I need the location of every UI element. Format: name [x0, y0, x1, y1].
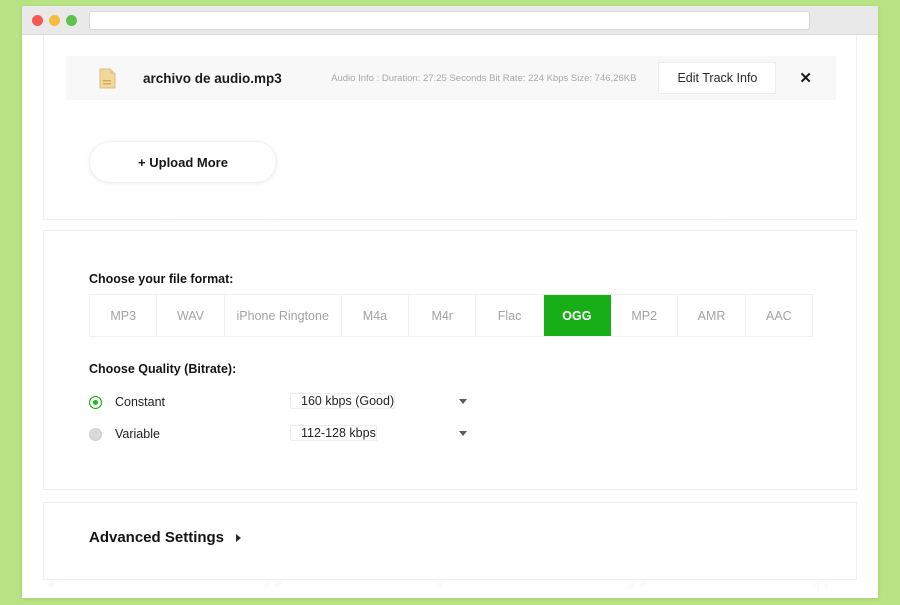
edit-track-info-button[interactable]: Edit Track Info: [658, 62, 777, 94]
audio-info-text: Audio Info : Duration: 27.25 Seconds Bit…: [331, 72, 637, 84]
maximize-window-icon[interactable]: [66, 14, 77, 26]
variable-bitrate-select[interactable]: 112-128 kbps: [290, 425, 377, 441]
close-window-icon[interactable]: [32, 14, 43, 26]
address-bar-input[interactable]: [89, 10, 810, 30]
advanced-settings-card: Advanced Settings: [43, 502, 857, 580]
format-tab-iphone-ringtone[interactable]: iPhone Ringtone: [224, 295, 342, 336]
format-tab-flac[interactable]: Flac: [476, 295, 544, 336]
format-tab-m4r[interactable]: M4r: [409, 295, 477, 336]
format-tab-amr[interactable]: AMR: [678, 295, 746, 336]
minimize-window-icon[interactable]: [49, 14, 60, 26]
window-controls[interactable]: [32, 14, 77, 26]
variable-bitrate-select-wrap[interactable]: 112-128 kbps: [290, 421, 475, 447]
format-section-label: Choose your file format:: [89, 272, 234, 286]
content-column: archivo de audio.mp3 Audio Info : Durati…: [43, 35, 857, 598]
uploaded-files-card: archivo de audio.mp3 Audio Info : Durati…: [43, 35, 857, 220]
radio-constant[interactable]: [89, 395, 102, 409]
conversion-settings-card: Choose your file format: MP3 WAV iPhone …: [43, 230, 857, 490]
advanced-settings-label: Advanced Settings: [89, 529, 225, 546]
format-tab-mp2[interactable]: MP2: [611, 295, 679, 336]
radio-constant-label: Constant: [115, 395, 166, 409]
quality-row-constant: Constant 160 kbps (Good): [89, 389, 475, 415]
format-tab-mp3[interactable]: MP3: [90, 295, 158, 336]
file-name: archivo de audio.mp3: [143, 70, 282, 86]
quality-section-label: Choose Quality (Bitrate):: [89, 362, 237, 376]
constant-bitrate-select[interactable]: 160 kbps (Good): [290, 393, 396, 409]
format-tabs[interactable]: MP3 WAV iPhone Ringtone M4a M4r Flac OGG…: [89, 294, 813, 337]
browser-titlebar: [22, 6, 878, 35]
format-tab-m4a[interactable]: M4a: [341, 295, 410, 336]
format-tab-aac[interactable]: AAC: [745, 295, 813, 336]
radio-variable-label: Variable: [115, 427, 160, 441]
advanced-settings-toggle[interactable]: Advanced Settings: [89, 529, 242, 546]
radio-variable[interactable]: [89, 427, 102, 441]
remove-file-button[interactable]: ✕: [799, 71, 812, 86]
page-content: ♩ ♫ ♯ ♪ ♬ ♪ ♫ ♩ ♬ ♯: [22, 35, 878, 598]
format-tab-ogg[interactable]: OGG: [543, 295, 612, 336]
chevron-right-icon: [236, 533, 242, 542]
constant-bitrate-select-wrap[interactable]: 160 kbps (Good): [290, 389, 475, 415]
upload-more-button[interactable]: + Upload More: [89, 141, 277, 183]
file-row: archivo de audio.mp3 Audio Info : Durati…: [66, 56, 836, 100]
browser-window: ♩ ♫ ♯ ♪ ♬ ♪ ♫ ♩ ♬ ♯: [22, 6, 878, 598]
quality-row-variable: Variable 112-128 kbps: [89, 421, 475, 447]
audio-file-icon: [99, 68, 116, 89]
chevron-down-icon: [459, 399, 467, 404]
chevron-down-icon: [459, 431, 467, 436]
format-tab-wav[interactable]: WAV: [157, 295, 225, 336]
